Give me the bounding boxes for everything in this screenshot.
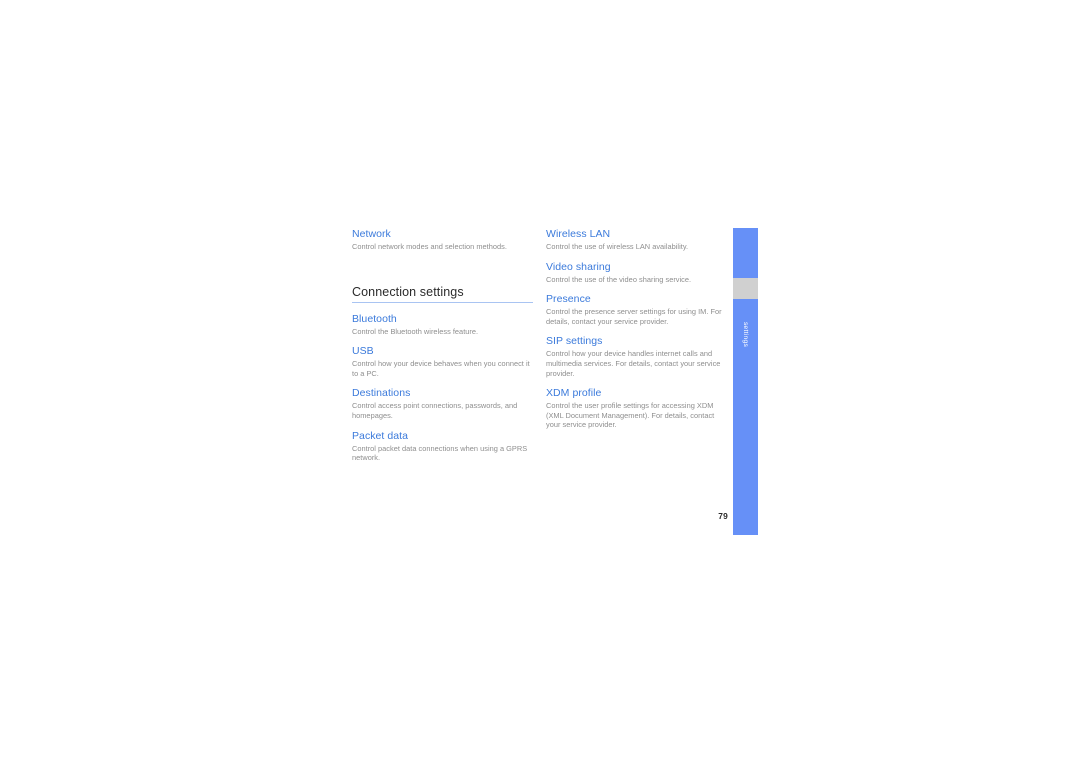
side-tab-label: settings xyxy=(733,299,758,369)
setting-entry-description: Control the use of the video sharing ser… xyxy=(546,274,692,284)
setting-entry-description: Control the Bluetooth wireless feature. xyxy=(352,326,479,336)
page-content: Network Control network modes and selecti… xyxy=(352,228,742,538)
setting-entry: Wireless LAN Control the use of wireless … xyxy=(546,228,727,252)
setting-entry-description: Control network modes and selection meth… xyxy=(352,242,507,251)
setting-entry-description: Control the use of wireless LAN availabi… xyxy=(546,242,689,251)
setting-entry-description: Control how your device behaves when you… xyxy=(352,359,530,378)
side-tab-gap xyxy=(733,278,758,299)
section-side-tab: settings xyxy=(733,228,758,535)
section-header: Connection settings xyxy=(352,285,533,303)
setting-entry: Packet data Control packet data connectio… xyxy=(352,430,533,463)
setting-entry-title: XDM profile xyxy=(546,387,602,400)
setting-entry-title: Destinations xyxy=(352,387,411,400)
setting-entry-title: Video sharing xyxy=(546,260,611,273)
side-tab-label-text: settings xyxy=(742,321,749,347)
setting-entry-title: Bluetooth xyxy=(352,312,397,325)
setting-entry-title: Packet data xyxy=(352,429,409,442)
manual-page: Network Control network modes and selecti… xyxy=(0,0,1080,763)
setting-entry-title: SIP settings xyxy=(546,335,603,348)
setting-entry-description: Control the user profile settings for ac… xyxy=(546,401,715,430)
setting-entry-description: Control the presence server settings for… xyxy=(546,307,722,326)
setting-entry: Destinations Control access point connect… xyxy=(352,387,533,420)
setting-entry: SIP settings Control how your device hand… xyxy=(546,335,727,378)
setting-entry: XDM profile Control the user profile sett… xyxy=(546,387,727,430)
setting-entry: Presence Control the presence server sett… xyxy=(546,293,727,326)
setting-entry-title: Wireless LAN xyxy=(546,228,611,240)
setting-entry-title: Presence xyxy=(546,293,591,306)
setting-entry-description: Control packet data connections when usi… xyxy=(352,443,528,463)
setting-entry: Video sharing Control the use of the vide… xyxy=(546,261,727,285)
setting-entry: Network Control network modes and selecti… xyxy=(352,228,533,252)
section-header-title: Connection settings xyxy=(352,284,464,299)
left-column: Network Control network modes and selecti… xyxy=(352,228,533,472)
right-column: Wireless LAN Control the use of wireless … xyxy=(546,228,727,439)
page-number: 79 xyxy=(718,511,728,521)
setting-entry: USB Control how your device behaves when … xyxy=(352,345,533,378)
setting-entry-description: Control access point connections, passwo… xyxy=(352,401,518,420)
setting-entry-title: Network xyxy=(352,228,391,240)
setting-entry-title: USB xyxy=(352,345,374,358)
setting-entry: Bluetooth Control the Bluetooth wireless … xyxy=(352,313,533,337)
setting-entry-description: Control how your device handles internet… xyxy=(546,349,721,378)
